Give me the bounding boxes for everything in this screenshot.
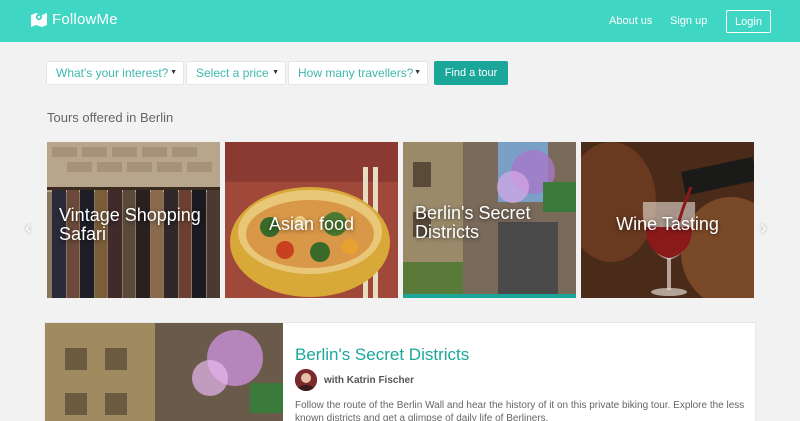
price-select[interactable]: Select a price ▼ xyxy=(186,61,286,85)
caret-down-icon: ▼ xyxy=(414,69,421,76)
find-tour-button[interactable]: Find a tour xyxy=(434,61,508,85)
tour-card-secret-districts[interactable]: Berlin's Secret Districts xyxy=(403,142,576,298)
nav-about-link[interactable]: About us xyxy=(609,15,652,27)
map-pin-icon xyxy=(31,13,47,27)
tour-card-title: Berlin's Secret Districts xyxy=(415,203,531,242)
tour-card-title: Asian food xyxy=(268,214,355,234)
detail-photo xyxy=(45,323,283,421)
carousel-next-icon[interactable]: › xyxy=(760,218,767,238)
nav-signup-link[interactable]: Sign up xyxy=(670,15,707,27)
travellers-select-label: How many travellers? xyxy=(298,66,414,80)
tour-card-asian-food[interactable]: Asian food xyxy=(225,142,398,298)
price-select-label: Select a price xyxy=(196,66,269,80)
tour-card-title: Wine Tasting xyxy=(616,214,719,234)
interest-select-label: What's your interest? xyxy=(56,66,169,80)
interest-select[interactable]: What's your interest? ▼ xyxy=(46,61,184,85)
brand-name: FollowMe xyxy=(52,10,118,28)
guide-name: with Katrin Fischer xyxy=(324,375,415,386)
caret-down-icon: ▼ xyxy=(170,69,177,76)
guide-avatar xyxy=(295,369,317,391)
top-navbar: FollowMe About us Sign up Login xyxy=(0,0,800,42)
tour-detail-image xyxy=(45,323,283,421)
tour-detail-panel: Berlin's Secret Districts with Katrin Fi… xyxy=(44,322,756,421)
tour-card-wine-tasting[interactable]: Wine Tasting xyxy=(581,142,754,298)
section-title: Tours offered in Berlin xyxy=(47,110,174,125)
travellers-select[interactable]: How many travellers? ▼ xyxy=(288,61,428,85)
tour-card-title: Vintage Shopping Safari xyxy=(59,205,201,244)
active-indicator xyxy=(403,294,576,298)
tour-description: Follow the route of the Berlin Wall and … xyxy=(295,400,745,421)
login-button[interactable]: Login xyxy=(726,10,771,33)
brand-logo[interactable]: FollowMe xyxy=(30,10,118,28)
tour-detail-title[interactable]: Berlin's Secret Districts xyxy=(295,345,469,365)
tour-card-vintage[interactable]: Vintage Shopping Safari xyxy=(47,142,220,298)
caret-down-icon: ▼ xyxy=(272,69,279,76)
carousel-prev-icon[interactable]: ‹ xyxy=(25,218,32,238)
